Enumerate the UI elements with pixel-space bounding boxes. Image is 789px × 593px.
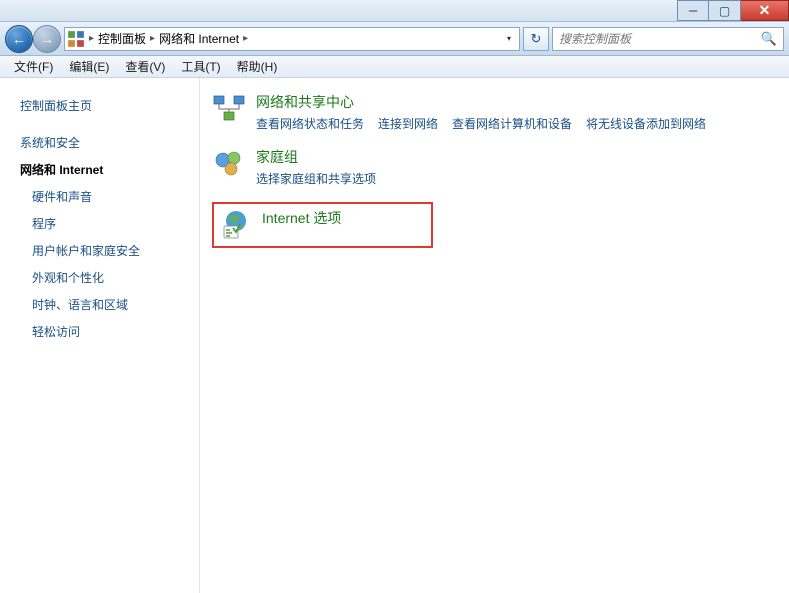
window-titlebar: – ▢ ✕ — [0, 0, 789, 22]
refresh-button[interactable]: ↻ — [523, 27, 549, 51]
network-sharing-icon — [212, 92, 246, 126]
sidebar-item-appearance[interactable]: 外观和个性化 — [20, 264, 199, 291]
category-homegroup: 家庭组 选择家庭组和共享选项 — [212, 147, 777, 188]
category-body: Internet 选项 — [262, 208, 341, 231]
link-view-computers-devices[interactable]: 查看网络计算机和设备 — [452, 115, 572, 133]
maximize-button[interactable]: ▢ — [709, 0, 741, 21]
address-dropdown[interactable]: ▾ — [501, 28, 517, 50]
category-links: 查看网络状态和任务 连接到网络 查看网络计算机和设备 将无线设备添加到网络 — [256, 115, 777, 133]
sidebar-item-clock-language[interactable]: 时钟、语言和区域 — [20, 291, 199, 318]
nav-buttons: ← → — [5, 25, 61, 53]
link-choose-homegroup[interactable]: 选择家庭组和共享选项 — [256, 170, 376, 188]
category-title[interactable]: 网络和共享中心 — [256, 92, 777, 112]
menu-file[interactable]: 文件(F) — [6, 55, 61, 78]
sidebar-item-home[interactable]: 控制面板主页 — [20, 92, 199, 119]
sidebar-item-system-security[interactable]: 系统和安全 — [20, 129, 199, 156]
category-network-sharing: 网络和共享中心 查看网络状态和任务 连接到网络 查看网络计算机和设备 将无线设备… — [212, 92, 777, 133]
internet-options-icon — [218, 208, 252, 242]
menu-help[interactable]: 帮助(H) — [229, 55, 286, 78]
menu-bar: 文件(F) 编辑(E) 查看(V) 工具(T) 帮助(H) — [0, 56, 789, 78]
category-title[interactable]: Internet 选项 — [262, 208, 341, 228]
back-button[interactable]: ← — [5, 25, 33, 53]
category-body: 家庭组 选择家庭组和共享选项 — [256, 147, 777, 188]
link-connect-to-network[interactable]: 连接到网络 — [378, 115, 438, 133]
category-title[interactable]: 家庭组 — [256, 147, 777, 167]
breadcrumb-item[interactable]: 网络和 Internet — [159, 30, 239, 47]
category-body: 网络和共享中心 查看网络状态和任务 连接到网络 查看网络计算机和设备 将无线设备… — [256, 92, 777, 133]
category-internet-options: Internet 选项 — [212, 202, 433, 248]
minimize-button[interactable]: – — [677, 0, 709, 21]
category-links: 选择家庭组和共享选项 — [256, 170, 777, 188]
sidebar-item-hardware-sound[interactable]: 硬件和声音 — [20, 183, 199, 210]
close-button[interactable]: ✕ — [741, 0, 789, 21]
address-bar[interactable]: ▸ 控制面板 ▸ 网络和 Internet ▸ ▾ — [64, 27, 520, 51]
menu-tools[interactable]: 工具(T) — [173, 55, 228, 78]
breadcrumb-item[interactable]: 控制面板 — [98, 30, 146, 47]
control-panel-icon — [67, 30, 85, 48]
menu-view[interactable]: 查看(V) — [117, 55, 173, 78]
address-navbar: ← → ▸ 控制面板 ▸ 网络和 Internet ▸ ▾ ↻ 🔍 — [0, 22, 789, 56]
breadcrumb-separator[interactable]: ▸ — [89, 33, 94, 44]
sidebar-item-network-internet[interactable]: 网络和 Internet — [20, 156, 199, 183]
breadcrumb-separator[interactable]: ▸ — [243, 33, 248, 44]
homegroup-icon — [212, 147, 246, 181]
content-pane: 网络和共享中心 查看网络状态和任务 连接到网络 查看网络计算机和设备 将无线设备… — [200, 78, 789, 593]
sidebar-item-ease-of-access[interactable]: 轻松访问 — [20, 318, 199, 345]
menu-edit[interactable]: 编辑(E) — [61, 55, 117, 78]
body-wrap: 控制面板主页 系统和安全 网络和 Internet 硬件和声音 程序 用户帐户和… — [0, 78, 789, 593]
breadcrumb-separator[interactable]: ▸ — [150, 33, 155, 44]
search-icon[interactable]: 🔍 — [761, 31, 777, 47]
sidebar-item-programs[interactable]: 程序 — [20, 210, 199, 237]
sidebar: 控制面板主页 系统和安全 网络和 Internet 硬件和声音 程序 用户帐户和… — [0, 78, 200, 593]
search-input[interactable] — [559, 32, 757, 46]
forward-button[interactable]: → — [33, 25, 61, 53]
link-add-wireless-device[interactable]: 将无线设备添加到网络 — [586, 115, 706, 133]
link-view-network-status[interactable]: 查看网络状态和任务 — [256, 115, 364, 133]
search-bar[interactable]: 🔍 — [552, 27, 784, 51]
sidebar-item-user-accounts[interactable]: 用户帐户和家庭安全 — [20, 237, 199, 264]
